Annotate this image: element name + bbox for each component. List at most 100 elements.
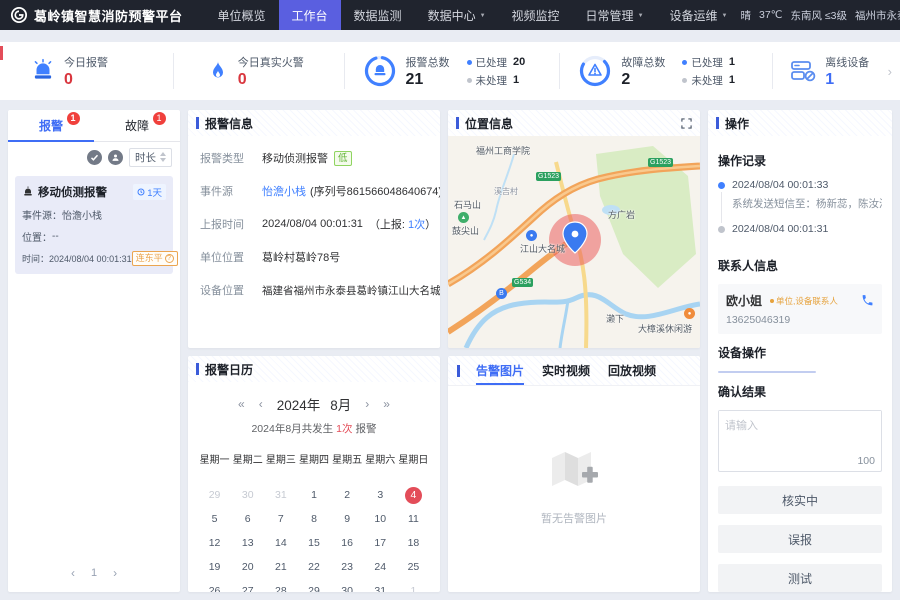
contact-phone-number: 13625046319: [726, 314, 874, 326]
calendar-day[interactable]: 19: [198, 555, 231, 579]
calendar-day[interactable]: 25: [397, 555, 430, 579]
calendar-day[interactable]: 5: [198, 507, 231, 531]
weekday-label: 星期日: [397, 446, 430, 473]
calendar-day[interactable]: 22: [297, 555, 330, 579]
phone-icon[interactable]: [861, 294, 874, 307]
calendar-day[interactable]: 7: [264, 507, 297, 531]
nav-item[interactable]: 单位概览: [205, 0, 279, 30]
alarm-media-panel: 告警图片 实时视频 回放视频 暂无告警图片: [448, 356, 700, 592]
calendar-day[interactable]: 30: [231, 483, 264, 507]
confirm-textarea[interactable]: [719, 411, 881, 451]
calendar-day[interactable]: 24: [364, 555, 397, 579]
stat-offline-devices: 离线设备 1: [772, 53, 887, 89]
media-tab[interactable]: 实时视频: [542, 356, 590, 385]
source-link[interactable]: 怡澹小栈: [262, 183, 306, 199]
prev-page-icon[interactable]: ‹: [71, 566, 75, 580]
map-label: 江山大名城: [520, 242, 565, 255]
prev-month-icon[interactable]: ‹: [259, 397, 263, 411]
mute-button[interactable]: 消音12h: [719, 372, 791, 373]
map-label: 濑下: [606, 312, 624, 325]
app-title: 葛岭镇智慧消防预警平台: [34, 6, 183, 25]
tab[interactable]: 故障 1: [94, 110, 180, 141]
timeline-dot-icon: [718, 226, 725, 233]
alarm-list-panel: 报警 1 故障 1 时长 移动侦测报警: [8, 110, 180, 592]
calendar-day[interactable]: 1: [297, 483, 330, 507]
tab[interactable]: 报警 1: [8, 110, 94, 141]
leisure-poi-icon: ●: [684, 308, 695, 319]
person-filter-icon[interactable]: [108, 150, 123, 165]
calendar-day[interactable]: 27: [231, 579, 264, 592]
stats-next-chevron-icon[interactable]: ›: [888, 64, 892, 79]
alarm-list-item[interactable]: 移动侦测报警 1天 事件源： 怡澹小栈 位置： -- 时间： 2024/08/0…: [15, 176, 173, 274]
nav-item[interactable]: 日常管理: [573, 0, 657, 30]
calendar-day[interactable]: 6: [231, 507, 264, 531]
calendar-day[interactable]: 31: [364, 579, 397, 592]
calendar-day[interactable]: 3: [364, 483, 397, 507]
operation-button[interactable]: 核实中: [718, 486, 882, 514]
calendar-day[interactable]: 29: [198, 483, 231, 507]
map-canvas[interactable]: 福州工商学院 石马山 溪吉村 ▲ 鼓尖山 方广岩 ● 江山大名城 濑下 ● 大樟…: [448, 136, 700, 348]
report-count-link[interactable]: 1次: [408, 216, 425, 232]
duration-sort-select[interactable]: 时长: [129, 148, 172, 167]
calendar-day[interactable]: 2: [331, 483, 364, 507]
stat-label: 今日报警: [64, 54, 108, 70]
nav-item[interactable]: 设备运维: [657, 0, 741, 30]
nav-item[interactable]: 数据监测: [341, 0, 415, 30]
calendar-month-label: 2024年8月: [277, 394, 352, 414]
operation-button[interactable]: 误报: [718, 525, 882, 553]
calendar-day[interactable]: 15: [297, 531, 330, 555]
calendar-day[interactable]: 14: [264, 531, 297, 555]
calendar-day[interactable]: 16: [331, 531, 364, 555]
calendar-day[interactable]: 11: [397, 507, 430, 531]
calendar-day[interactable]: 13: [231, 531, 264, 555]
calendar-day[interactable]: 30: [331, 579, 364, 592]
calendar-day[interactable]: 4: [397, 483, 430, 507]
media-tab[interactable]: 告警图片: [476, 356, 524, 385]
calendar-day[interactable]: 18: [397, 531, 430, 555]
nav-item[interactable]: 数据中心: [415, 0, 499, 30]
confirm-result-title: 确认结果: [718, 383, 882, 400]
road-badge: G534: [512, 278, 533, 287]
nav-item[interactable]: 工作台: [279, 0, 341, 30]
check-circle-icon[interactable]: [87, 150, 102, 165]
calendar-day[interactable]: 31: [264, 483, 297, 507]
calendar-day[interactable]: 23: [331, 555, 364, 579]
calendar-day[interactable]: 12: [198, 531, 231, 555]
confirm-input-box: 100: [718, 410, 882, 472]
media-tab[interactable]: 回放视频: [608, 356, 656, 385]
calendar-day[interactable]: 8: [297, 507, 330, 531]
landmark-poi-icon: ●: [526, 230, 537, 241]
calendar-day[interactable]: 28: [264, 579, 297, 592]
weekday-label: 星期三: [264, 446, 297, 473]
clock-icon: [137, 188, 145, 196]
current-page[interactable]: 1: [91, 567, 97, 579]
operation-record-title: 操作记录: [718, 152, 882, 169]
tab-badge: 1: [153, 112, 166, 125]
mute-label: 消音12h: [742, 371, 782, 373]
calendar-grid: 29 30 31 1 2 3 4 5 6 7 8 9 10 11 12: [198, 483, 430, 592]
weekday-label: 星期五: [331, 446, 364, 473]
wind-info: 东南风 ≤3级: [790, 8, 847, 23]
next-page-icon[interactable]: ›: [113, 566, 117, 580]
next-month-icon[interactable]: ›: [365, 397, 369, 411]
calendar-day[interactable]: 26: [198, 579, 231, 592]
alarm-info-panel: 报警信息 报警类型 移动侦测报警 低 事件源 怡澹小栈 (序列号86156604…: [188, 110, 440, 348]
nav-item[interactable]: 视频监控: [499, 0, 573, 30]
calendar-day[interactable]: 9: [331, 507, 364, 531]
contact-name: 欧小姐: [726, 292, 762, 309]
source-label: 事件源：: [22, 207, 62, 222]
fullscreen-icon[interactable]: [681, 118, 692, 129]
prev-year-icon[interactable]: «: [238, 397, 245, 411]
calendar-day[interactable]: 17: [364, 531, 397, 555]
calendar-day[interactable]: 1: [397, 579, 430, 592]
time-label: 时间：: [22, 252, 49, 265]
calendar-day[interactable]: 29: [297, 579, 330, 592]
mute-dropdown-caret[interactable]: [791, 372, 815, 373]
calendar-day[interactable]: 20: [231, 555, 264, 579]
calendar-day[interactable]: 21: [264, 555, 297, 579]
empty-image-icon: [548, 448, 600, 494]
next-year-icon[interactable]: »: [383, 397, 390, 411]
operation-button[interactable]: 测试: [718, 564, 882, 592]
calendar-day[interactable]: 10: [364, 507, 397, 531]
stat-today-alarm: 今日报警 0: [0, 53, 173, 89]
